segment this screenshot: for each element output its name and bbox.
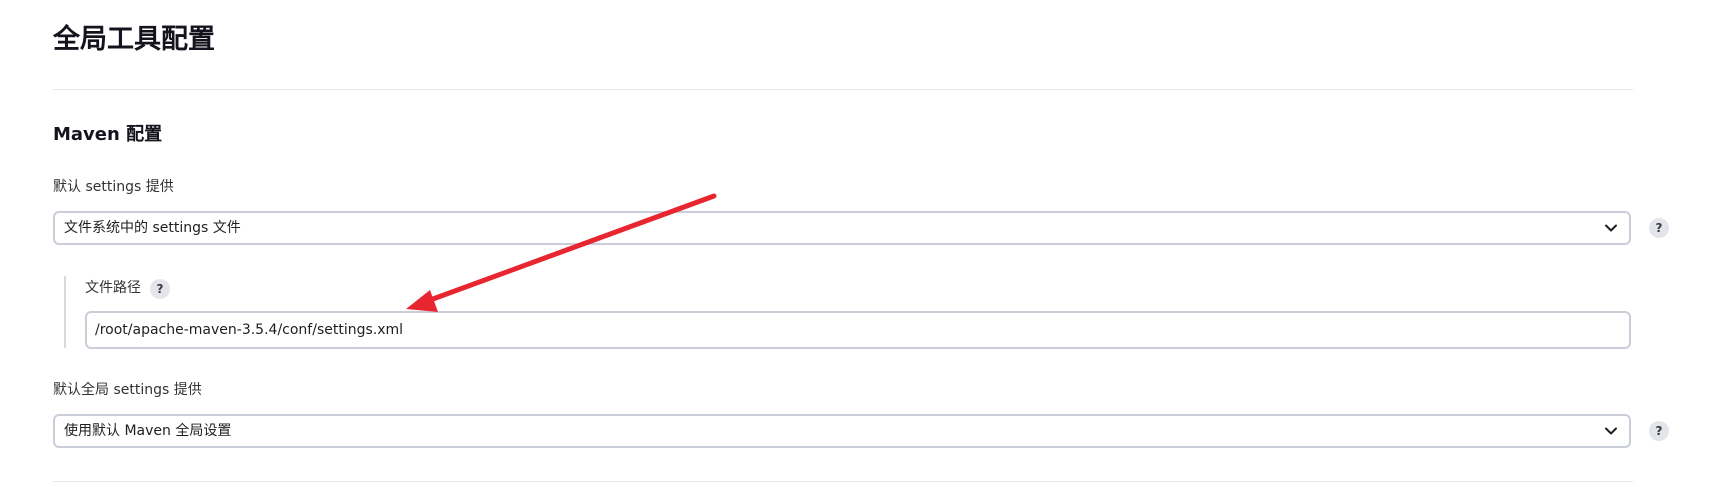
chevron-down-icon: [1605, 224, 1617, 232]
global-settings-select[interactable]: 使用默认 Maven 全局设置: [53, 414, 1631, 448]
title-divider: [53, 89, 1633, 90]
file-path-label: 文件路径: [85, 280, 141, 296]
global-settings-help-icon[interactable]: ?: [1649, 421, 1669, 441]
file-path-help-icon[interactable]: ?: [150, 279, 170, 299]
global-settings-selected-value: 使用默认 Maven 全局设置: [64, 423, 232, 439]
global-settings-label: 默认全局 settings 提供: [53, 382, 202, 398]
global-tool-configuration-page: 全局工具配置 Maven 配置 默认 settings 提供 文件系统中的 se…: [0, 0, 1709, 487]
page-title: 全局工具配置: [53, 24, 215, 55]
maven-section-title: Maven 配置: [53, 124, 163, 145]
default-settings-select[interactable]: 文件系统中的 settings 文件: [53, 211, 1631, 245]
default-settings-help-icon[interactable]: ?: [1649, 218, 1669, 238]
file-path-input[interactable]: /root/apache-maven-3.5.4/conf/settings.x…: [85, 311, 1631, 349]
bottom-divider: [53, 481, 1633, 482]
default-settings-label: 默认 settings 提供: [53, 179, 174, 195]
chevron-down-icon: [1605, 427, 1617, 435]
nested-config-indicator: [64, 276, 66, 348]
default-settings-selected-value: 文件系统中的 settings 文件: [64, 220, 241, 236]
